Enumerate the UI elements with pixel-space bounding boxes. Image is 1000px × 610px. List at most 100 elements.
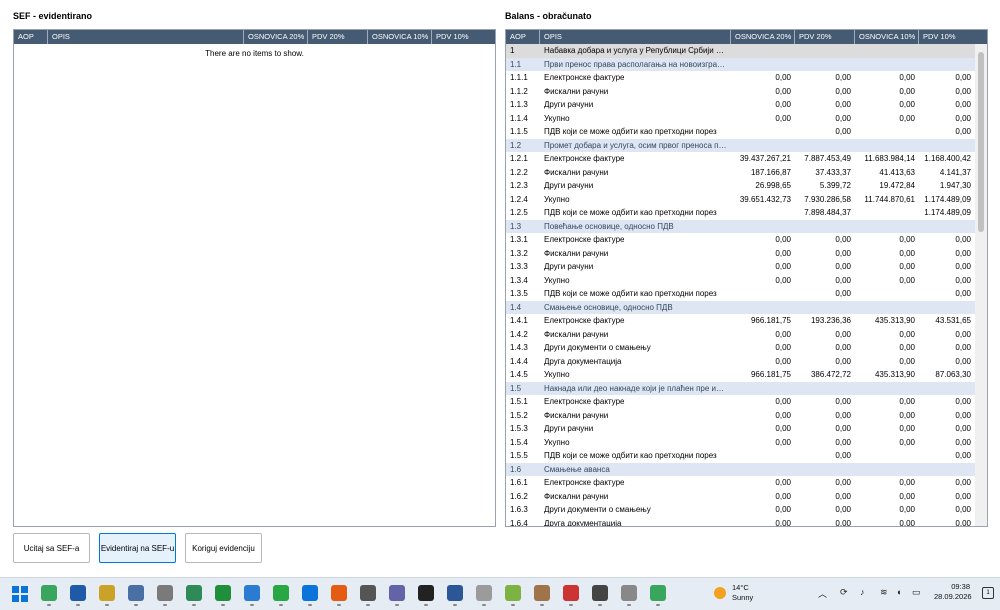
app-icon-19[interactable] [592, 585, 608, 606]
table-row[interactable]: 1.2.5 ПДВ који се може одбити као претход… [506, 206, 975, 220]
table-row[interactable]: 1.3.3 Други рачуни 0,00 0,00 0,00 0,00 [506, 260, 975, 274]
app-icon-21[interactable] [650, 585, 666, 606]
table-row[interactable]: 1 Набавка добара и услуга у Републици Срб… [506, 44, 975, 58]
app-icon-1[interactable] [70, 585, 86, 606]
col-header-osnovica10[interactable]: OSNOVICA 10% [368, 30, 432, 44]
table-row[interactable]: 1.5.1 Електронске фактуре 0,00 0,00 0,00 0,00 [506, 395, 975, 409]
col-header-opis[interactable]: OPIS [540, 30, 731, 44]
table-row[interactable]: 1.3.2 Фискални рачуни 0,00 0,00 0,00 0,00 [506, 247, 975, 261]
table-row[interactable]: 1.1 Први пренос права располагања на ново… [506, 57, 975, 71]
table-row[interactable]: 1.1.1 Електронске фактуре 0,00 0,00 0,00 0,00 [506, 71, 975, 85]
app-icon-12[interactable] [389, 585, 405, 606]
col-header-pdv10[interactable]: PDV 10% [432, 30, 495, 44]
cell-p20 [795, 220, 855, 234]
table-row[interactable]: 1.1.3 Други рачуни 0,00 0,00 0,00 0,00 [506, 98, 975, 112]
table-row[interactable]: 1.6.2 Фискални рачуни 0,00 0,00 0,00 0,00 [506, 490, 975, 504]
koriguj-evidenciju-button[interactable]: Koriguj evidenciju [185, 533, 262, 563]
col-header-osnovica20[interactable]: OSNOVICA 20% [731, 30, 795, 44]
cell-p20: 0,00 [835, 410, 851, 420]
app-icon-16[interactable] [505, 585, 521, 606]
table-row[interactable]: 1.6 Смањење аванса [506, 462, 975, 476]
cell-o20: 966.181,75 [750, 370, 791, 379]
cell-opis: Друга документација [544, 518, 622, 527]
cell-p10: 0,00 [955, 289, 971, 298]
volume-icon[interactable]: ◖ [896, 587, 901, 597]
cell-p10: 43.531,65 [935, 316, 971, 325]
table-row[interactable]: 1.1.5 ПДВ који се може одбити као претход… [506, 125, 975, 139]
search-icon[interactable] [41, 585, 57, 606]
col-header-opis[interactable]: OPIS [48, 30, 244, 44]
col-header-pdv20[interactable]: PDV 20% [308, 30, 368, 44]
sef-evidentirano-grid[interactable]: AOP OPIS OSNOVICA 20% PDV 20% OSNOVICA 1… [13, 29, 496, 527]
app-icon-18[interactable] [563, 585, 579, 606]
app-icon-9[interactable] [302, 585, 318, 606]
app-icon-10[interactable] [331, 585, 347, 606]
app-icon-13[interactable] [418, 585, 434, 606]
table-row[interactable]: 1.3 Повећање основице, односно ПДВ [506, 219, 975, 234]
table-row[interactable]: 1.5.3 Други рачуни 0,00 0,00 0,00 0,00 [506, 422, 975, 436]
table-row[interactable]: 1.5 Накнада или део накнаде који је плаће… [506, 381, 975, 395]
cell-opis: Укупно [544, 194, 570, 204]
col-header-osnovica10[interactable]: OSNOVICA 10% [855, 30, 919, 44]
app-icon-4[interactable] [157, 585, 173, 606]
app-icon-17[interactable] [534, 585, 550, 606]
app-icon-6[interactable] [215, 585, 231, 606]
table-row[interactable]: 1.4.1 Електронске фактуре 966.181,75 193.23… [506, 314, 975, 328]
col-header-pdv10[interactable]: PDV 10% [919, 30, 987, 44]
notification-icon[interactable]: 1 [982, 587, 994, 599]
app-icon-5[interactable] [186, 585, 202, 606]
table-row[interactable]: 1.2.2 Фискални рачуни 187.166,87 37.433,37 4… [506, 166, 975, 180]
evidentiraj-na-sef-button[interactable]: Evidentiraj na SEF-u [99, 533, 176, 563]
balans-obracunato-grid[interactable]: AOP OPIS OSNOVICA 20% PDV 20% OSNOVICA 1… [505, 29, 988, 527]
ucitaj-sa-sef-button[interactable]: Ucitaj sa SEF-a [13, 533, 90, 563]
table-row[interactable]: 1.2 Промет добара и услуга, осим првог пр… [506, 138, 975, 152]
table-row[interactable]: 1.1.2 Фискални рачуни 0,00 0,00 0,00 0,00 [506, 85, 975, 99]
wifi-icon[interactable]: ≋ [880, 587, 888, 598]
cell-aop: 1.4.2 [510, 329, 528, 339]
cell-o20 [731, 125, 795, 139]
table-row[interactable]: 1.5.4 Укупно 0,00 0,00 0,00 0,00 [506, 436, 975, 450]
table-row[interactable]: 1.4.2 Фискални рачуни 0,00 0,00 0,00 0,00 [506, 328, 975, 342]
start-icon[interactable] [12, 586, 28, 602]
table-row[interactable]: 1.3.1 Електронске фактуре 0,00 0,00 0,00 0,00 [506, 233, 975, 247]
table-row[interactable]: 1.6.1 Електронске фактуре 0,00 0,00 0,00 0,00 [506, 476, 975, 490]
table-row[interactable]: 1.2.1 Електронске фактуре 39.437.267,21 7.8… [506, 152, 975, 166]
col-header-pdv20[interactable]: PDV 20% [795, 30, 855, 44]
table-row[interactable]: 1.3.4 Укупно 0,00 0,00 0,00 0,00 [506, 274, 975, 288]
col-header-aop[interactable]: AOP [14, 30, 48, 44]
app-icon-7[interactable] [244, 585, 260, 606]
table-row[interactable]: 1.5.2 Фискални рачуни 0,00 0,00 0,00 0,00 [506, 409, 975, 423]
scrollbar-thumb[interactable] [978, 52, 984, 232]
app-icon-14[interactable] [447, 585, 463, 606]
table-row[interactable]: 1.3.5 ПДВ који се може одбити као претход… [506, 287, 975, 301]
table-row[interactable]: 1.6.3 Други документи о смањењу 0,00 0,00 0,… [506, 503, 975, 517]
vertical-scrollbar[interactable] [975, 44, 987, 526]
app-icon-11[interactable] [360, 585, 376, 606]
table-row[interactable]: 1.4.5 Укупно 966.181,75 386.472,72 435.313,9… [506, 368, 975, 382]
col-header-aop[interactable]: AOP [506, 30, 540, 44]
cell-p20: 193.236,36 [810, 316, 851, 325]
table-row[interactable]: 1.5.5 ПДВ који се може одбити као претход… [506, 449, 975, 463]
col-header-osnovica20[interactable]: OSNOVICA 20% [244, 30, 308, 44]
battery-icon[interactable]: ▭ [912, 587, 921, 598]
chevron-up-icon[interactable]: ︿ [818, 587, 827, 600]
app-icon-3[interactable] [128, 585, 144, 606]
table-row[interactable]: 1.2.4 Укупно 39.651.432,73 7.930.286,58 11.7… [506, 193, 975, 207]
app-icon-8[interactable] [273, 585, 289, 606]
table-row[interactable]: 1.1.4 Укупно 0,00 0,00 0,00 0,00 [506, 112, 975, 126]
cell-o10 [855, 287, 919, 301]
table-row[interactable]: 1.4 Смањење основице, односно ПДВ [506, 300, 975, 314]
cell-opis: Фискални рачуни [544, 491, 609, 501]
table-row[interactable]: 1.6.4 Друга документација 0,00 0,00 0,00 0,00 [506, 517, 975, 527]
table-row[interactable]: 1.4.4 Друга документација 0,00 0,00 0,00 0,00 [506, 355, 975, 369]
app-icon-15[interactable] [476, 585, 492, 606]
clock[interactable]: 09:38 28.09.2026 [934, 582, 972, 602]
microphone-icon[interactable]: ♪ [860, 587, 865, 597]
sync-icon[interactable]: ⟳ [840, 587, 848, 598]
table-row[interactable]: 1.2.3 Други рачуни 26.998,65 5.399,72 19.472… [506, 179, 975, 193]
app-icon-2[interactable] [99, 585, 115, 606]
app-icon-20[interactable] [621, 585, 637, 606]
table-row[interactable]: 1.4.3 Други документи о смањењу 0,00 0,00 0,… [506, 341, 975, 355]
cell-aop: 1.3 [510, 221, 522, 231]
cell-aop: 1 [510, 46, 515, 55]
